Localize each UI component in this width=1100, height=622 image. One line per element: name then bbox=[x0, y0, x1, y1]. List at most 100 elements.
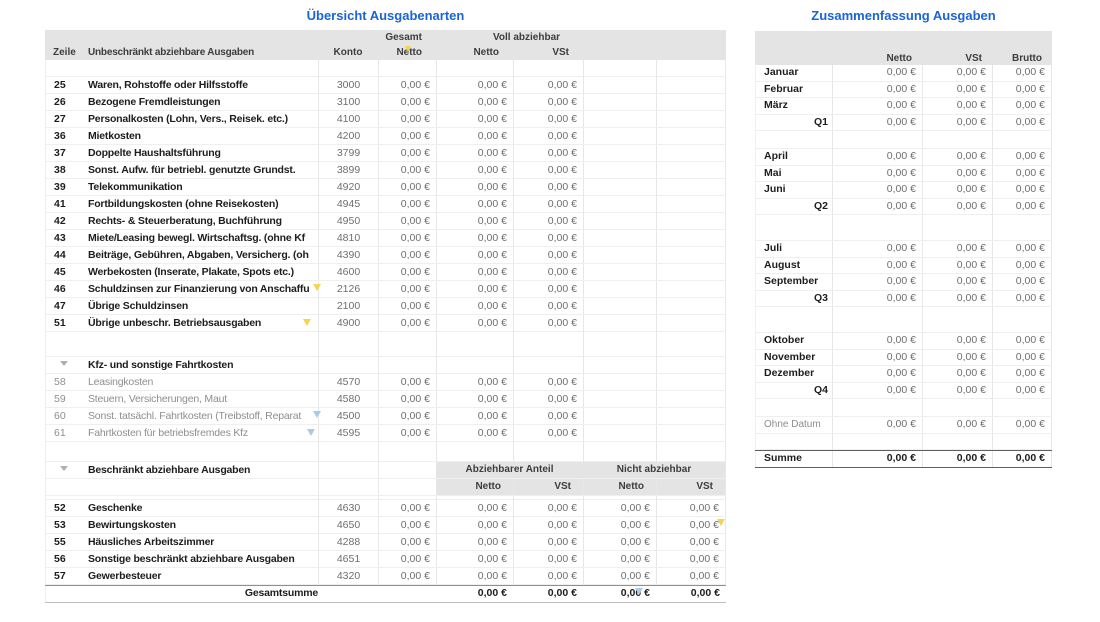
cell-voll-abziehbar-netto[interactable]: 0,00 € bbox=[436, 374, 513, 390]
cell-gesamt-netto[interactable]: 0,00 € bbox=[378, 162, 436, 178]
empty-cell[interactable] bbox=[378, 332, 436, 356]
cell-zeile[interactable]: 61 bbox=[45, 425, 85, 441]
cell-expense-label[interactable]: Personalkosten (Lohn, Vers., Reisek. etc… bbox=[85, 111, 318, 127]
cell-nicht-abziehbar-vst[interactable]: 0,00 € bbox=[656, 568, 726, 584]
cell-zeile[interactable]: 39 bbox=[45, 179, 85, 195]
empty-cell[interactable] bbox=[318, 60, 378, 76]
cell-zeile[interactable]: 42 bbox=[45, 213, 85, 229]
cell-vst[interactable]: 0,00 € bbox=[922, 366, 992, 382]
cell-netto[interactable]: 0,00 € bbox=[832, 366, 922, 382]
cell-gesamt-netto[interactable]: 0,00 € bbox=[378, 145, 436, 161]
empty-cell[interactable] bbox=[513, 60, 583, 76]
clipped-text-indicator-icon[interactable] bbox=[313, 411, 321, 418]
cell-brutto[interactable]: 0,00 € bbox=[992, 182, 1052, 198]
empty-cell[interactable] bbox=[656, 357, 726, 373]
cell-voll-abziehbar-vst[interactable]: 0,00 € bbox=[513, 247, 583, 263]
cell-vst[interactable]: 0,00 € bbox=[922, 115, 992, 131]
empty-cell[interactable] bbox=[656, 162, 726, 178]
cell-konto[interactable]: 4288 bbox=[318, 534, 378, 550]
cell-netto[interactable]: 0,00 € bbox=[832, 65, 922, 81]
cell-expense-label[interactable]: Waren, Rohstoffe oder Hilfsstoffe bbox=[85, 77, 318, 93]
cell-expense-label[interactable]: Bewirtungskosten bbox=[85, 517, 318, 533]
cell-expense-label[interactable]: Häusliches Arbeitszimmer bbox=[85, 534, 318, 550]
empty-cell[interactable] bbox=[656, 247, 726, 263]
cell-zeile[interactable]: 25 bbox=[45, 77, 85, 93]
month-label[interactable]: April bbox=[755, 149, 832, 165]
empty-cell[interactable] bbox=[656, 111, 726, 127]
header-vst[interactable]: VSt bbox=[922, 53, 992, 64]
cell-vst[interactable]: 0,00 € bbox=[922, 199, 992, 215]
cell-nicht-abziehbar-vst[interactable]: 0,00 € bbox=[656, 500, 726, 516]
empty-cell[interactable] bbox=[922, 131, 992, 148]
cell-brutto[interactable]: 0,00 € bbox=[992, 291, 1052, 307]
cell-konto[interactable]: 4320 bbox=[318, 568, 378, 584]
empty-cell[interactable] bbox=[85, 60, 318, 76]
empty-cell[interactable] bbox=[45, 60, 85, 76]
cell-zeile[interactable]: 58 bbox=[45, 374, 85, 390]
empty-cell[interactable] bbox=[583, 230, 656, 246]
empty-cell[interactable] bbox=[656, 374, 726, 390]
cell-zeile[interactable]: 51 bbox=[45, 315, 85, 331]
cell-netto[interactable]: 0,00 € bbox=[832, 98, 922, 114]
empty-cell[interactable] bbox=[656, 496, 726, 499]
empty-cell[interactable] bbox=[583, 247, 656, 263]
cell-voll-abziehbar-netto[interactable]: 0,00 € bbox=[436, 162, 513, 178]
cell-abziehbar-netto[interactable]: 0,00 € bbox=[436, 534, 513, 550]
empty-cell[interactable] bbox=[656, 264, 726, 280]
cell-gesamt-netto[interactable]: 0,00 € bbox=[378, 500, 436, 516]
cell-abziehbar-netto[interactable]: 0,00 € bbox=[436, 551, 513, 567]
no-date-label[interactable]: Ohne Datum bbox=[755, 417, 832, 433]
cell-gesamt-netto[interactable]: 0,00 € bbox=[378, 551, 436, 567]
header-voll-vst[interactable]: VSt bbox=[513, 45, 583, 60]
cell-nicht-abziehbar-vst[interactable]: 0,00 € bbox=[656, 534, 726, 550]
cell-konto[interactable]: 3899 bbox=[318, 162, 378, 178]
cell-vst[interactable]: 0,00 € bbox=[922, 383, 992, 399]
quarter-label[interactable]: Q3 bbox=[755, 291, 832, 307]
cell-konto[interactable]: 4570 bbox=[318, 374, 378, 390]
comment-indicator-icon[interactable] bbox=[307, 429, 315, 436]
cell-zeile[interactable]: 47 bbox=[45, 298, 85, 314]
empty-cell[interactable] bbox=[583, 179, 656, 195]
empty-cell[interactable] bbox=[656, 213, 726, 229]
comment-indicator-icon[interactable] bbox=[717, 519, 725, 526]
header-brutto[interactable]: Brutto bbox=[992, 53, 1052, 64]
empty-cell[interactable] bbox=[583, 281, 656, 297]
empty-cell[interactable] bbox=[656, 196, 726, 212]
cell-konto[interactable]: 4810 bbox=[318, 230, 378, 246]
cell-gesamt-netto[interactable]: 0,00 € bbox=[378, 408, 436, 424]
empty-cell[interactable] bbox=[656, 391, 726, 407]
cell-disclosure[interactable] bbox=[45, 357, 85, 373]
empty-cell[interactable] bbox=[318, 332, 378, 356]
cell-brutto[interactable]: 0,00 € bbox=[992, 451, 1052, 467]
empty-cell[interactable] bbox=[45, 586, 85, 602]
empty-cell[interactable] bbox=[436, 60, 513, 76]
cell-abziehbar-vst[interactable]: 0,00 € bbox=[513, 500, 583, 516]
quarter-label[interactable]: Q2 bbox=[755, 199, 832, 215]
empty-cell[interactable] bbox=[583, 94, 656, 110]
empty-cell[interactable] bbox=[318, 496, 378, 499]
cell-voll-abziehbar-vst[interactable]: 0,00 € bbox=[513, 111, 583, 127]
cell-netto[interactable]: 0,00 € bbox=[832, 82, 922, 98]
cell-nicht-abziehbar-netto[interactable]: 0,00 € bbox=[583, 534, 656, 550]
empty-cell[interactable] bbox=[922, 434, 992, 449]
cell-gesamt-netto[interactable]: 0,00 € bbox=[378, 247, 436, 263]
empty-cell[interactable] bbox=[513, 332, 583, 356]
cell-abziehbar-vst[interactable]: 0,00 € bbox=[513, 568, 583, 584]
cell-voll-abziehbar-netto[interactable]: 0,00 € bbox=[436, 196, 513, 212]
empty-cell[interactable] bbox=[656, 315, 726, 331]
cell-expense-label[interactable]: Gewerbesteuer bbox=[85, 568, 318, 584]
cell-expense-label[interactable]: Miete/Leasing bewegl. Wirtschaftsg. (ohn… bbox=[85, 230, 318, 246]
cell-zeile[interactable]: 60 bbox=[45, 408, 85, 424]
cell-nicht-abziehbar-netto[interactable]: 0,00 € bbox=[583, 500, 656, 516]
cell-abziehbar-vst[interactable]: 0,00 € bbox=[513, 551, 583, 567]
empty-cell[interactable] bbox=[378, 462, 436, 478]
cell-voll-abziehbar-netto[interactable]: 0,00 € bbox=[436, 425, 513, 441]
cell-brutto[interactable]: 0,00 € bbox=[992, 258, 1052, 274]
cell-zeile[interactable]: 27 bbox=[45, 111, 85, 127]
cell-vst[interactable]: 0,00 € bbox=[922, 98, 992, 114]
empty-cell[interactable] bbox=[992, 131, 1052, 148]
cell-gesamt-netto[interactable]: 0,00 € bbox=[378, 534, 436, 550]
empty-cell[interactable] bbox=[583, 374, 656, 390]
cell-gesamt-netto[interactable]: 0,00 € bbox=[378, 196, 436, 212]
cell-konto[interactable]: 3100 bbox=[318, 94, 378, 110]
